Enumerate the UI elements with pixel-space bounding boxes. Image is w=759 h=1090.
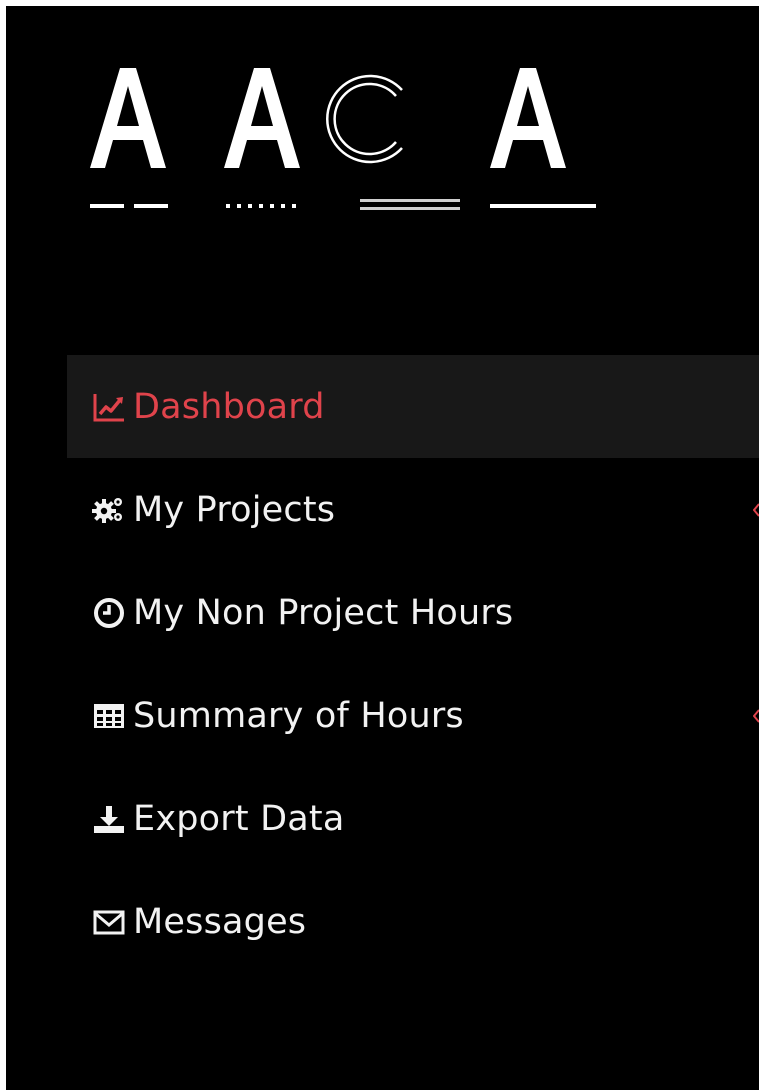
envelope-icon <box>91 904 127 940</box>
sidebar-item-label: My Non Project Hours <box>133 592 514 633</box>
chevron-left-icon[interactable] <box>753 708 759 723</box>
sidebar-item-label: My Projects <box>133 489 336 530</box>
line-chart-icon <box>91 389 127 425</box>
sidebar-item-my-projects[interactable]: My Projects <box>67 458 759 561</box>
sidebar-item-messages[interactable]: Messages <box>67 870 759 973</box>
sidebar-item-label: Export Data <box>133 798 345 839</box>
sidebar-item-summary-of-hours[interactable]: Summary of Hours <box>67 664 759 767</box>
sidebar-item-my-non-project-hours[interactable]: My Non Project Hours <box>67 561 759 664</box>
sidebar-item-label: Summary of Hours <box>133 695 464 736</box>
sidebar-item-export-data[interactable]: Export Data <box>67 767 759 870</box>
sidebar-item-label: Dashboard <box>133 386 325 427</box>
download-icon <box>91 801 127 837</box>
chevron-left-icon[interactable] <box>753 502 759 517</box>
table-icon <box>91 698 127 734</box>
sidebar-nav: Dashboard My Projects My Non Project Hou… <box>67 355 759 973</box>
clock-icon <box>91 595 127 631</box>
aaca-logo[interactable] <box>90 64 602 224</box>
gears-icon <box>91 492 127 528</box>
sidebar-item-dashboard[interactable]: Dashboard <box>67 355 759 458</box>
aaca-logo-mark <box>90 68 596 210</box>
sidebar: Dashboard My Projects My Non Project Hou… <box>6 6 759 1090</box>
sidebar-item-label: Messages <box>133 901 307 942</box>
